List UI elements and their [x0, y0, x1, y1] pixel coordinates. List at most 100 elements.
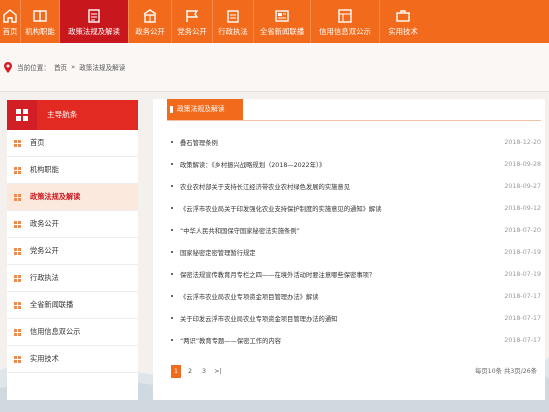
article-date: 2018-12-20: [504, 138, 541, 146]
nav-item[interactable]: 信用信息双公示: [311, 0, 379, 43]
sidebar-item-label: 实用技术: [30, 354, 59, 363]
sidebar-item-label: 信用信息双公示: [30, 327, 81, 336]
article-title-link[interactable]: “中华人民共和国保守国家秘密法实施条例”: [180, 226, 491, 235]
section-tab[interactable]: 政策法规及解读: [167, 99, 243, 120]
document-icon: [88, 9, 100, 23]
sidebar-header: 主导航条: [7, 100, 138, 130]
page-link[interactable]: 2: [185, 365, 195, 378]
article-row[interactable]: 叠石管理条例 2018-12-20: [171, 131, 541, 153]
sidebar-item[interactable]: 机构职能: [7, 157, 138, 184]
nav-item-label: 信用信息双公示: [319, 27, 371, 36]
sidebar-item[interactable]: 首页: [7, 130, 138, 157]
bullet-dot-icon: [171, 317, 173, 319]
article-date: 2018-07-17: [504, 292, 541, 300]
article-title-link[interactable]: 《云浮市农业局农业专项资金项目管理办法》解读: [180, 292, 491, 301]
breadcrumb-prefix: 当前位置：: [17, 64, 50, 72]
article-row[interactable]: 农业农村部关于支持长江经济带农业农村绿色发展的实施意见 2018-09-27: [171, 175, 541, 197]
nav-item[interactable]: 机构职能: [21, 0, 59, 43]
sidebar-item-label: 政策法规及解读: [30, 192, 81, 201]
article-title-link[interactable]: 国家秘密定密管理暂行规定: [180, 248, 491, 257]
article-row[interactable]: 关于印发云浮市农业局农业专项资金项目管理办法的通知 2018-07-17: [171, 307, 541, 329]
nav-item[interactable]: 党务公开: [172, 0, 212, 43]
building-icon: [143, 9, 157, 23]
article-date: 2018-07-17: [504, 336, 541, 344]
article-date: 2018-07-17: [504, 314, 541, 322]
article-row[interactable]: “中华人民共和国保守国家秘密法实施条例” 2018-07-20: [171, 219, 541, 241]
sidebar-item[interactable]: 政策法规及解读: [7, 184, 138, 211]
article-row[interactable]: 政策解读：《乡村振兴战略规划（2018—2022年）》 2018-09-28: [171, 153, 541, 175]
tools-icon: [396, 10, 410, 22]
bullet-squares-icon: [14, 328, 21, 336]
bullet-dot-icon: [171, 273, 173, 275]
article-title-link[interactable]: 政策解读：《乡村振兴战略规划（2018—2022年）》: [180, 160, 491, 169]
article-date: 2018-09-27: [504, 182, 541, 190]
book-icon: [33, 10, 47, 22]
bullet-dot-icon: [171, 141, 173, 143]
bullet-squares-icon: [14, 274, 21, 282]
page-link[interactable]: >|: [213, 365, 223, 378]
article-row[interactable]: 《云浮市农业局农业专项资金项目管理办法》解读 2018-07-17: [171, 285, 541, 307]
bullet-dot-icon: [171, 185, 173, 187]
article-date: 2018-07-19: [504, 248, 541, 256]
sidebar-item[interactable]: 行政执法: [7, 265, 138, 292]
article-row[interactable]: 保密法规宣传教育月专栏之四——在境外活动时要注意哪些保密事项？ 2018-07-1…: [171, 263, 541, 285]
menu-grid-icon: [7, 100, 37, 130]
article-row[interactable]: “两识”教育专题——保密工作的内容 2018-07-17: [171, 329, 541, 351]
breadcrumb: 当前位置： 首页 » 政策法规及解读: [4, 61, 129, 73]
pagination-info: 每页10条 共3页/26条: [475, 368, 537, 375]
article-title-link[interactable]: 叠石管理条例: [180, 138, 491, 147]
bullet-dot-icon: [171, 163, 173, 165]
main-panel: 政策法规及解读 叠石管理条例 2018-12-20 政策解读：《乡村振兴战略规划（2…: [153, 99, 545, 400]
nav-item-label: 党务公开: [177, 27, 207, 36]
bullet-dot-icon: [171, 229, 173, 231]
pagination: 1 2 3 >|: [171, 365, 227, 378]
location-pin-icon: [4, 61, 12, 73]
article-date: 2018-09-28: [504, 160, 541, 168]
sidebar-item[interactable]: 政务公开: [7, 211, 138, 238]
nav-item[interactable]: 政策法规及解读: [60, 0, 128, 43]
bullet-squares-icon: [14, 355, 21, 363]
nav-item-label: 机构职能: [25, 27, 55, 36]
sidebar: 主导航条 首页机构职能政策法规及解读政务公开党务公开行政执法全省新闻联播 信用信息…: [7, 100, 138, 400]
gavel-icon: [227, 10, 239, 23]
sidebar-item[interactable]: 全省新闻联播: [7, 292, 138, 319]
article-title-link[interactable]: 关于印发云浮市农业局农业专项资金项目管理办法的通知: [180, 314, 491, 323]
article-row[interactable]: 国家秘密定密管理暂行规定 2018-07-19: [171, 241, 541, 263]
bullet-dot-icon: [171, 207, 173, 209]
article-list: 叠石管理条例 2018-12-20 政策解读：《乡村振兴战略规划（2018—2022…: [171, 131, 541, 351]
breadcrumb-home-link[interactable]: 首页: [54, 62, 67, 72]
article-date: 2018-09-12: [504, 204, 541, 212]
bullet-squares-icon: [14, 247, 21, 255]
article-title-link[interactable]: 农业农村部关于支持长江经济带农业农村绿色发展的实施意见: [180, 182, 491, 191]
nav-item[interactable]: 实用技术: [380, 0, 426, 43]
sidebar-title: 主导航条: [37, 100, 138, 130]
page-link[interactable]: 3: [199, 365, 209, 378]
page-link[interactable]: 1: [171, 365, 181, 378]
nav-item[interactable]: 首页: [0, 0, 20, 43]
sidebar-item-label: 首页: [30, 138, 45, 147]
nav-item-label: 实用技术: [388, 27, 418, 36]
article-title-link[interactable]: “两识”教育专题——保密工作的内容: [180, 336, 491, 345]
nav-item[interactable]: 政务公开: [129, 0, 171, 43]
sidebar-item[interactable]: 党务公开: [7, 238, 138, 265]
nav-item-label: 首页: [2, 27, 18, 36]
sidebar-item[interactable]: 实用技术: [7, 346, 138, 373]
nav-item[interactable]: 行政执法: [213, 0, 253, 43]
sidebar-item-label: 行政执法: [30, 273, 59, 282]
sidebar-item-label: 全省新闻联播: [30, 300, 74, 309]
sidebar-item-label: 机构职能: [30, 165, 59, 174]
breadcrumb-separator: »: [71, 63, 76, 71]
bullet-squares-icon: [14, 166, 21, 174]
article-row[interactable]: 《云浮市农业局关于印发强化农业支持保护制度的实施意见的通知》解读 2018-09-…: [171, 197, 541, 219]
nav-item[interactable]: 全省新闻联播: [254, 0, 310, 43]
home-icon: [3, 9, 17, 23]
nav-item-label: 全省新闻联播: [259, 27, 305, 36]
article-title-link[interactable]: 保密法规宣传教育月专栏之四——在境外活动时要注意哪些保密事项？: [180, 270, 491, 279]
sidebar-item-label: 党务公开: [30, 246, 59, 255]
news-icon: [275, 10, 289, 22]
article-title-link[interactable]: 《云浮市农业局关于印发强化农业支持保护制度的实施意见的通知》解读: [180, 204, 491, 213]
breadcrumb-current[interactable]: 政策法规及解读: [79, 62, 125, 72]
sidebar-list: 首页机构职能政策法规及解读政务公开党务公开行政执法全省新闻联播 信用信息双公示 实用…: [7, 130, 138, 373]
bullet-dot-icon: [171, 339, 173, 341]
sidebar-item[interactable]: 信用信息双公示: [7, 319, 138, 346]
